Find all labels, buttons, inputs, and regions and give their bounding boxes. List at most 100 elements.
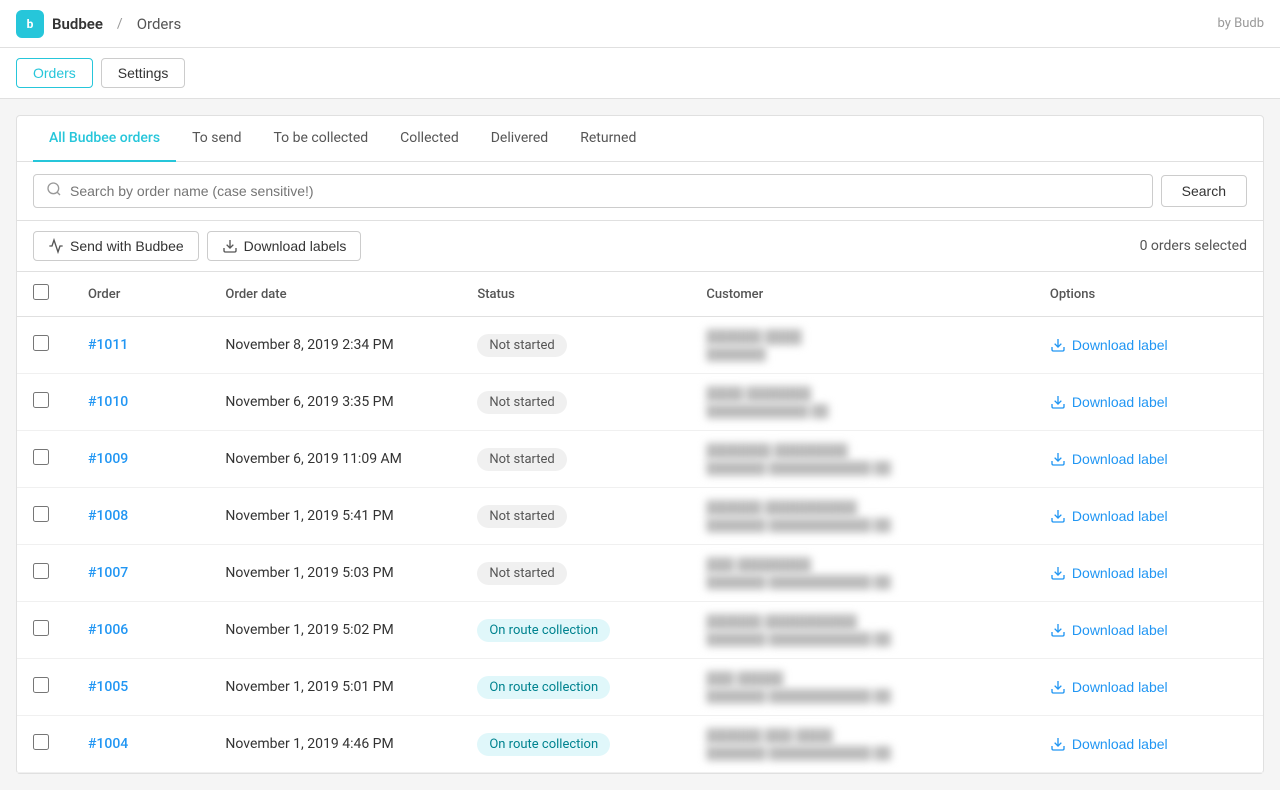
row-checkbox-1[interactable] bbox=[33, 392, 49, 408]
row-checkbox-0[interactable] bbox=[33, 335, 49, 351]
customer-name: ██████ ██████████ bbox=[706, 500, 1018, 516]
row-options: Download label bbox=[1034, 431, 1263, 488]
customer-email: ███████ ████████████ ██ bbox=[706, 632, 1018, 646]
download-label-button[interactable]: Download label bbox=[1050, 451, 1168, 467]
status-badge: On route collection bbox=[477, 676, 610, 699]
tab-collected[interactable]: Collected bbox=[384, 116, 475, 162]
status-badge: Not started bbox=[477, 391, 566, 414]
order-link-#1008[interactable]: #1008 bbox=[88, 508, 128, 524]
orders-nav-button[interactable]: Orders bbox=[16, 58, 93, 88]
row-order-date: November 1, 2019 5:41 PM bbox=[209, 488, 461, 545]
download-label-text: Download label bbox=[1072, 394, 1168, 410]
settings-nav-button[interactable]: Settings bbox=[101, 58, 186, 88]
row-checkbox-3[interactable] bbox=[33, 506, 49, 522]
download-labels-button[interactable]: Download labels bbox=[207, 231, 362, 261]
status-badge: Not started bbox=[477, 562, 566, 585]
row-order-id: #1010 bbox=[72, 374, 209, 431]
orders-table: Order Order date Status Customer Options… bbox=[17, 272, 1263, 773]
download-label-button[interactable]: Download label bbox=[1050, 736, 1168, 752]
tab-to-send[interactable]: To send bbox=[176, 116, 257, 162]
row-status: Not started bbox=[461, 431, 690, 488]
row-checkbox-cell bbox=[17, 431, 72, 488]
main-content: All Budbee ordersTo sendTo be collectedC… bbox=[16, 115, 1264, 774]
order-link-#1010[interactable]: #1010 bbox=[88, 394, 128, 410]
select-all-checkbox[interactable] bbox=[33, 284, 49, 300]
search-icon bbox=[46, 181, 62, 201]
order-link-#1009[interactable]: #1009 bbox=[88, 451, 128, 467]
row-status: On route collection bbox=[461, 716, 690, 773]
row-customer: ██████ ██████████ ███████ ████████████ █… bbox=[690, 602, 1034, 659]
search-button[interactable]: Search bbox=[1161, 175, 1247, 207]
header-order: Order bbox=[72, 272, 209, 317]
row-checkbox-cell bbox=[17, 602, 72, 659]
order-link-#1011[interactable]: #1011 bbox=[88, 337, 128, 353]
header-checkbox-cell bbox=[17, 272, 72, 317]
row-checkbox-cell bbox=[17, 545, 72, 602]
download-label-text: Download label bbox=[1072, 679, 1168, 695]
download-label-button[interactable]: Download label bbox=[1050, 679, 1168, 695]
page-title: Orders bbox=[137, 15, 182, 33]
customer-name: ██████ ███ ████ bbox=[706, 728, 1018, 744]
logo-icon: b bbox=[16, 10, 44, 38]
row-checkbox-4[interactable] bbox=[33, 563, 49, 579]
row-status: On route collection bbox=[461, 659, 690, 716]
row-customer: ██████ ██████████ ███████ ████████████ █… bbox=[690, 488, 1034, 545]
row-checkbox-6[interactable] bbox=[33, 677, 49, 693]
tab-all[interactable]: All Budbee orders bbox=[33, 116, 176, 162]
row-order-id: #1008 bbox=[72, 488, 209, 545]
download-label-button[interactable]: Download label bbox=[1050, 622, 1168, 638]
row-checkbox-5[interactable] bbox=[33, 620, 49, 636]
row-order-id: #1004 bbox=[72, 716, 209, 773]
search-input[interactable] bbox=[70, 183, 1140, 199]
order-link-#1004[interactable]: #1004 bbox=[88, 736, 128, 752]
download-label-button[interactable]: Download label bbox=[1050, 508, 1168, 524]
customer-name: ███ █████ bbox=[706, 671, 1018, 687]
row-checkbox-cell bbox=[17, 317, 72, 374]
customer-name: ██████ ████ bbox=[706, 329, 1018, 345]
send-with-budbee-button[interactable]: Send with Budbee bbox=[33, 231, 199, 261]
table-row: #1004 November 1, 2019 4:46 PM On route … bbox=[17, 716, 1263, 773]
row-options: Download label bbox=[1034, 374, 1263, 431]
search-bar: Search bbox=[17, 162, 1263, 221]
row-options: Download label bbox=[1034, 716, 1263, 773]
order-link-#1005[interactable]: #1005 bbox=[88, 679, 128, 695]
customer-name: ███ ████████ bbox=[706, 557, 1018, 573]
table-body: #1011 November 8, 2019 2:34 PM Not start… bbox=[17, 317, 1263, 773]
row-checkbox-2[interactable] bbox=[33, 449, 49, 465]
download-label-text: Download label bbox=[1072, 565, 1168, 581]
row-checkbox-cell bbox=[17, 716, 72, 773]
download-label-text: Download label bbox=[1072, 451, 1168, 467]
header-customer: Customer bbox=[690, 272, 1034, 317]
row-customer: ███ ████████ ███████ ████████████ ██ bbox=[690, 545, 1034, 602]
row-checkbox-7[interactable] bbox=[33, 734, 49, 750]
order-link-#1007[interactable]: #1007 bbox=[88, 565, 128, 581]
download-label-button[interactable]: Download label bbox=[1050, 565, 1168, 581]
download-label-button[interactable]: Download label bbox=[1050, 337, 1168, 353]
table-row: #1009 November 6, 2019 11:09 AM Not star… bbox=[17, 431, 1263, 488]
row-order-id: #1011 bbox=[72, 317, 209, 374]
download-label-button[interactable]: Download label bbox=[1050, 394, 1168, 410]
download-label-text: Download label bbox=[1072, 736, 1168, 752]
send-with-budbee-label: Send with Budbee bbox=[70, 238, 184, 254]
row-status: Not started bbox=[461, 545, 690, 602]
row-order-date: November 6, 2019 11:09 AM bbox=[209, 431, 461, 488]
breadcrumb-separator: / bbox=[117, 16, 123, 32]
tab-returned[interactable]: Returned bbox=[564, 116, 652, 162]
row-order-id: #1006 bbox=[72, 602, 209, 659]
table-row: #1011 November 8, 2019 2:34 PM Not start… bbox=[17, 317, 1263, 374]
row-customer: ████ ███████ ████████████ ██ bbox=[690, 374, 1034, 431]
customer-email: ███████ ████████████ ██ bbox=[706, 746, 1018, 760]
row-customer: ██████ ████ ███████ bbox=[690, 317, 1034, 374]
status-badge: On route collection bbox=[477, 733, 610, 756]
row-order-date: November 1, 2019 4:46 PM bbox=[209, 716, 461, 773]
customer-email: ███████ ████████████ ██ bbox=[706, 518, 1018, 532]
row-order-date: November 1, 2019 5:03 PM bbox=[209, 545, 461, 602]
row-order-date: November 1, 2019 5:02 PM bbox=[209, 602, 461, 659]
table-header: Order Order date Status Customer Options bbox=[17, 272, 1263, 317]
tab-delivered[interactable]: Delivered bbox=[475, 116, 564, 162]
row-customer: ██████ ███ ████ ███████ ████████████ ██ bbox=[690, 716, 1034, 773]
order-link-#1006[interactable]: #1006 bbox=[88, 622, 128, 638]
tab-to-be-collected[interactable]: To be collected bbox=[258, 116, 385, 162]
row-order-date: November 6, 2019 3:35 PM bbox=[209, 374, 461, 431]
logo: b Budbee / Orders bbox=[16, 10, 181, 38]
